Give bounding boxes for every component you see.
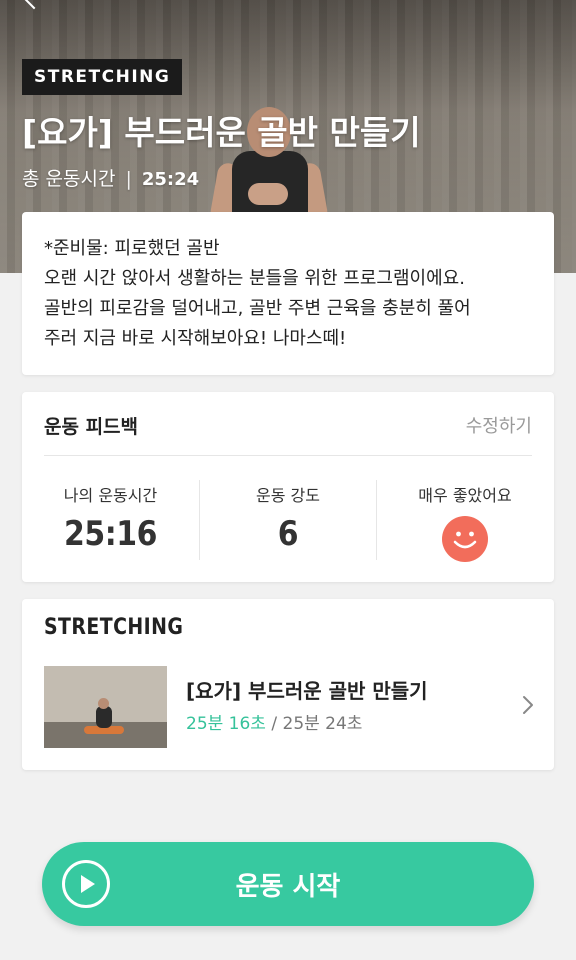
my-time-stat: 나의 운동시간 25:16 <box>22 480 199 560</box>
rating-label: 매우 좋았어요 <box>418 486 512 505</box>
program-card[interactable]: STRETCHING [요가] 부드러운 골반 만들기 25분 16초 / 25… <box>22 599 554 770</box>
total-time-value: 25:24 <box>141 169 200 190</box>
edit-feedback-button[interactable]: 수정하기 <box>466 412 532 438</box>
description-line: 주러 지금 바로 시작해보아요! 나마스떼! <box>44 328 347 349</box>
start-button-label: 운동 시작 <box>235 872 341 902</box>
total-time: 25분 24초 <box>282 714 363 734</box>
category-badge: STRETCHING <box>22 59 183 95</box>
page-title: [요가] 부드러운 골반 만들기 <box>22 113 421 152</box>
description-line: 오랜 시간 앉아서 생활하는 분들을 위한 프로그램이에요. <box>44 268 465 289</box>
description-line: *준비물: 피로했던 골반 <box>44 238 220 259</box>
rating-stat: 매우 좋았어요 <box>376 480 553 562</box>
program-category: STRETCHING <box>44 615 184 640</box>
intensity-stat: 운동 강도 6 <box>199 480 376 560</box>
chevron-right-icon[interactable] <box>522 695 534 719</box>
description-line: 골반의 피로감을 덜어내고, 골반 주변 근육을 충분히 풀어 <box>44 298 471 319</box>
program-title: [요가] 부드러운 골반 만들기 <box>186 679 428 703</box>
my-time-value: 25:16 <box>63 514 158 554</box>
time-separator: / <box>265 714 283 734</box>
program-times: 25분 16초 / 25분 24초 <box>186 709 362 734</box>
feedback-header: 운동 피드백 수정하기 <box>44 392 532 456</box>
done-time: 25분 16초 <box>186 714 266 734</box>
total-time-row: 총 운동시간 | 25:24 <box>22 164 199 191</box>
intensity-label: 운동 강도 <box>256 486 320 505</box>
start-workout-button[interactable]: 운동 시작 <box>42 842 534 926</box>
meta-separator: | <box>125 168 132 190</box>
feedback-stats: 나의 운동시간 25:16 운동 강도 6 매우 좋았어요 <box>22 480 554 562</box>
intensity-value: 6 <box>277 514 299 554</box>
description-card: *준비물: 피로했던 골반 오랜 시간 앉아서 생활하는 분들을 위한 프로그램… <box>22 212 554 375</box>
program-thumbnail <box>44 666 167 748</box>
feedback-card: 운동 피드백 수정하기 나의 운동시간 25:16 운동 강도 6 매우 좋았어… <box>22 392 554 582</box>
feedback-title: 운동 피드백 <box>44 416 139 438</box>
smiley-face-icon <box>442 516 488 562</box>
total-time-label: 총 운동시간 <box>22 168 116 190</box>
my-time-label: 나의 운동시간 <box>63 486 158 505</box>
